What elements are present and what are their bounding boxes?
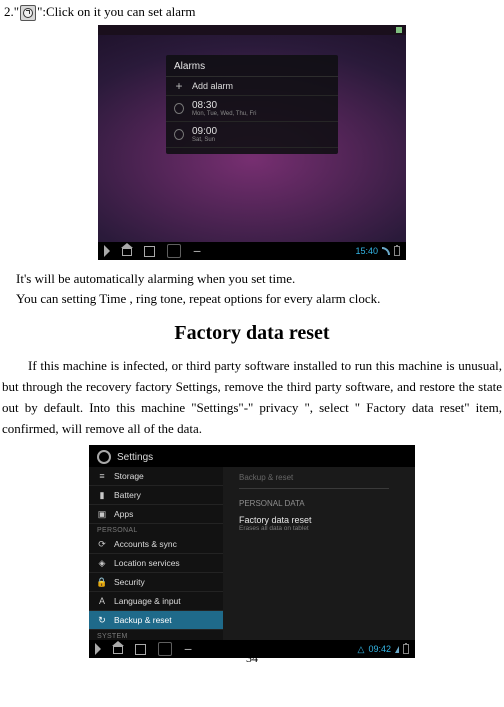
gear-icon xyxy=(97,450,111,464)
home-icon[interactable] xyxy=(113,644,123,654)
alarm-time: 08:30 xyxy=(192,100,330,111)
intro-prefix: 2." xyxy=(4,4,19,19)
settings-title: Settings xyxy=(117,452,153,463)
battery-icon xyxy=(403,644,409,654)
add-alarm-row[interactable]: Add alarm xyxy=(166,77,338,96)
factory-reset-label: Factory data reset xyxy=(239,515,399,525)
signal-icon xyxy=(395,646,399,653)
settings-sidebar: ≡Storage ▮Battery ▣Apps PERSONAL ⟳Accoun… xyxy=(89,467,224,640)
divider xyxy=(239,488,389,489)
settings-screenshot: Settings ≡Storage ▮Battery ▣Apps PERSONA… xyxy=(89,445,415,658)
battery-icon: ▮ xyxy=(97,490,107,500)
factory-reset-item[interactable]: Factory data reset Erases all data on ta… xyxy=(223,512,415,535)
status-indicator xyxy=(396,27,402,33)
language-icon: A xyxy=(97,596,107,606)
intro-suffix: ":Click on it you can set alarm xyxy=(37,4,195,19)
alarm-days: Mon, Tue, Wed, Thu, Fri xyxy=(192,111,330,117)
content-header: Backup & reset xyxy=(223,467,415,486)
sync-icon: ⟳ xyxy=(97,539,107,549)
volume-down-icon[interactable]: − xyxy=(193,247,201,255)
volume-down-icon[interactable]: − xyxy=(184,645,192,653)
body-line-2: You can setting Time , ring tone, repeat… xyxy=(16,290,504,308)
screenshot-icon[interactable] xyxy=(167,244,181,258)
back-icon[interactable] xyxy=(95,643,101,655)
status-clock: 09:42 xyxy=(368,644,391,654)
sidebar-item-accounts[interactable]: ⟳Accounts & sync xyxy=(89,535,223,554)
alarm-clock-icon xyxy=(20,5,36,21)
home-icon[interactable] xyxy=(122,246,132,256)
back-icon[interactable] xyxy=(104,245,110,257)
alarm-toggle-icon[interactable] xyxy=(174,130,184,140)
alarm-time: 09:00 xyxy=(192,126,330,137)
section-heading: Factory data reset xyxy=(0,322,504,345)
sidebar-item-storage[interactable]: ≡Storage xyxy=(89,467,223,486)
sidebar-item-location[interactable]: ◈Location services xyxy=(89,554,223,573)
nav-bar: − 15:40 xyxy=(98,242,406,260)
wifi-icon xyxy=(382,247,390,255)
content-section-label: PERSONAL DATA xyxy=(223,491,415,512)
alarm-row[interactable]: 08:30 Mon, Tue, Wed, Thu, Fri xyxy=(166,96,338,122)
alarm-toggle-icon[interactable] xyxy=(174,104,184,114)
reset-icon: ↻ xyxy=(97,615,107,625)
recent-icon[interactable] xyxy=(144,246,155,257)
sidebar-item-language[interactable]: ALanguage & input xyxy=(89,592,223,611)
alarm-days: Sat, Sun xyxy=(192,137,330,143)
sidebar-item-battery[interactable]: ▮Battery xyxy=(89,486,223,505)
sidebar-item-backup-reset[interactable]: ↻Backup & reset xyxy=(89,611,223,630)
factory-reset-sublabel: Erases all data on tablet xyxy=(239,525,399,532)
add-alarm-label: Add alarm xyxy=(192,81,330,91)
sidebar-section-system: SYSTEM xyxy=(89,630,223,640)
apps-icon: ▣ xyxy=(97,509,107,519)
body-line-1: It's will be automatically alarming when… xyxy=(16,270,504,288)
alarm-wallpaper: Alarms Add alarm 08:30 Mon, Tue, Wed, Th… xyxy=(98,35,406,242)
sidebar-item-apps[interactable]: ▣Apps xyxy=(89,505,223,524)
settings-content: Backup & reset PERSONAL DATA Factory dat… xyxy=(223,467,415,640)
recent-icon[interactable] xyxy=(135,644,146,655)
alarm-row[interactable]: 09:00 Sat, Sun xyxy=(166,122,338,148)
factory-reset-paragraph: If this machine is infected, or third pa… xyxy=(2,355,502,439)
battery-icon xyxy=(394,246,400,256)
sidebar-item-security[interactable]: 🔒Security xyxy=(89,573,223,592)
screenshot-icon[interactable] xyxy=(158,642,172,656)
sidebar-section-personal: PERSONAL xyxy=(89,524,223,535)
location-icon: ◈ xyxy=(97,558,107,568)
lock-icon: 🔒 xyxy=(97,577,107,587)
nav-bar: − △ 09:42 xyxy=(89,640,415,658)
intro-line: 2." ":Click on it you can set alarm xyxy=(4,4,504,21)
alarm-panel: Alarms Add alarm 08:30 Mon, Tue, Wed, Th… xyxy=(166,55,338,154)
settings-header: Settings xyxy=(97,450,153,464)
storage-icon: ≡ xyxy=(97,471,107,481)
alarm-screenshot: Alarms Add alarm 08:30 Mon, Tue, Wed, Th… xyxy=(98,25,406,260)
status-clock: 15:40 xyxy=(355,246,378,256)
plus-icon xyxy=(174,81,184,91)
alarm-panel-title: Alarms xyxy=(166,55,338,77)
